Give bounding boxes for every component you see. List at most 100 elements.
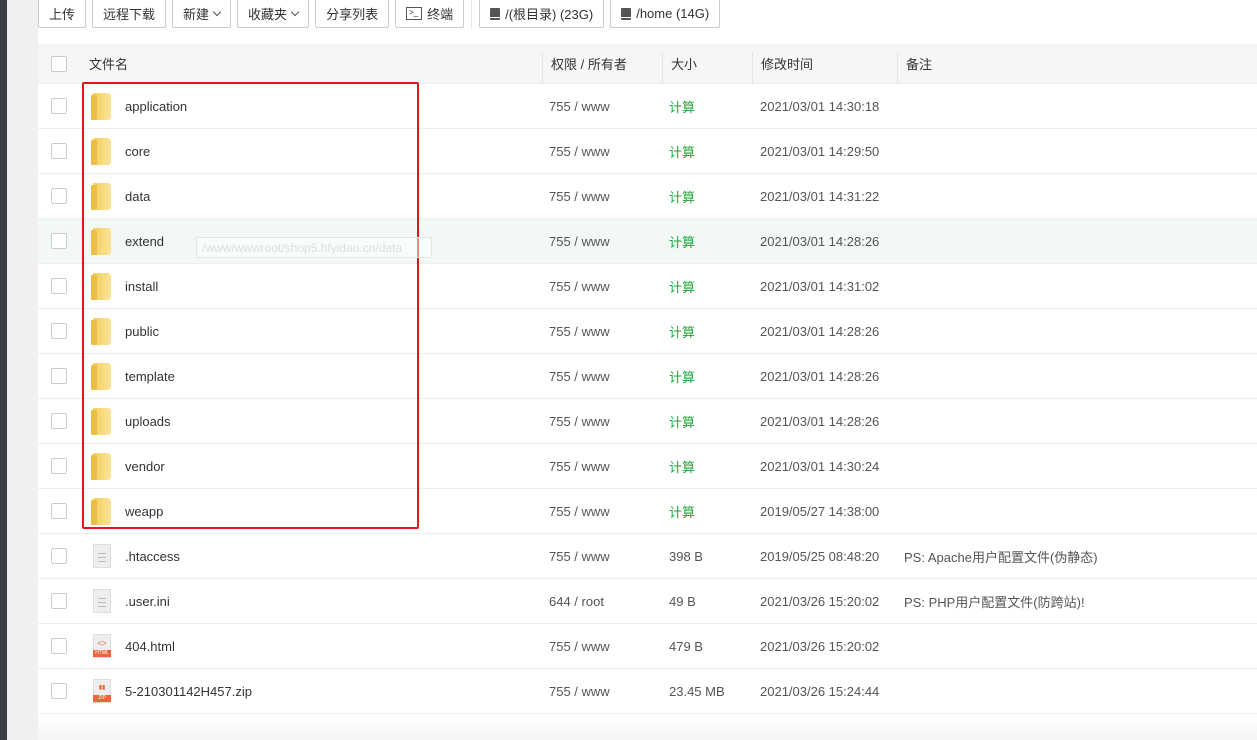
file-perm[interactable]: 755 / www [549,309,610,353]
file-size[interactable]: 计算 [669,84,695,128]
disk-root-button[interactable]: /(根目录) (23G) [479,0,605,28]
file-name[interactable]: application [125,84,187,128]
file-perm[interactable]: 755 / www [549,354,610,398]
file-size[interactable]: 计算 [669,219,695,263]
table-row[interactable]: vendor 755 / www 计算 2021/03/01 14:30:24 [38,444,1257,489]
file-size[interactable]: 计算 [669,489,695,533]
file-name[interactable]: weapp [125,489,163,533]
file-name[interactable]: uploads [125,399,171,443]
table-row[interactable]: .htaccess 755 / www 398 B 2019/05/25 08:… [38,534,1257,579]
row-checkbox[interactable] [51,278,67,294]
table-row[interactable]: weapp 755 / www 计算 2019/05/27 14:38:00 [38,489,1257,534]
list-scroll-fade [38,714,1257,740]
file-name[interactable]: vendor [125,444,165,488]
file-perm[interactable]: 755 / www [549,444,610,488]
terminal-button[interactable]: >_ 终端 [395,0,465,28]
row-checkbox[interactable] [51,98,67,114]
file-perm[interactable]: 755 / www [549,489,610,533]
row-checkbox[interactable] [51,143,67,159]
column-mtime[interactable]: 修改时间 [761,44,813,83]
file-size[interactable]: 计算 [669,399,695,443]
file-perm[interactable]: 755 / www [549,264,610,308]
remote-download-label: 远程下载 [103,7,156,22]
row-checkbox[interactable] [51,233,67,249]
file-perm[interactable]: 644 / root [549,579,604,623]
file-note[interactable]: PS: PHP用户配置文件(防跨站)! [904,579,1085,623]
file-size: 479 B [669,638,703,654]
upload-button[interactable]: 上传 [38,0,87,28]
file-name[interactable]: extend [125,219,164,263]
row-checkbox[interactable] [51,188,67,204]
sidebar-edge [0,0,7,740]
file-perm[interactable]: 755 / www [549,174,610,218]
row-checkbox[interactable] [51,323,67,339]
row-checkbox[interactable] [51,638,67,654]
table-row[interactable]: public 755 / www 计算 2021/03/01 14:28:26 [38,309,1257,354]
row-checkbox[interactable] [51,458,67,474]
column-name[interactable]: 文件名 [89,44,128,83]
column-perm[interactable]: 权限 / 所有者 [551,44,627,83]
chevron-down-icon [290,7,300,16]
favorites-button[interactable]: 收藏夹 [237,0,310,28]
file-size[interactable]: 计算 [669,444,695,488]
file-name[interactable]: .htaccess [125,534,180,578]
file-mtime: 2021/03/01 14:31:22 [760,188,880,204]
table-row[interactable]: data 755 / www 计算 2021/03/01 14:31:22 [38,174,1257,219]
file-perm[interactable]: 755 / www [549,219,610,263]
file-name[interactable]: 404.html [125,624,175,668]
path-tooltip: /www/wwwroot/shop5.hfyidao.cn/data [196,237,432,258]
file-perm[interactable]: 755 / www [549,129,610,173]
select-all-checkbox[interactable] [51,55,67,72]
row-checkbox[interactable] [51,368,67,384]
file-perm[interactable]: 755 / www [549,84,610,128]
row-checkbox[interactable] [51,548,67,564]
table-row[interactable]: uploads 755 / www 计算 2021/03/01 14:28:26 [38,399,1257,444]
column-divider [897,52,898,84]
row-checkbox[interactable] [51,413,67,429]
table-row[interactable]: install 755 / www 计算 2021/03/01 14:31:02 [38,264,1257,309]
file-name[interactable]: template [125,354,175,398]
column-size[interactable]: 大小 [671,44,697,83]
file-name[interactable]: data [125,174,150,218]
column-divider [662,52,663,84]
file-mtime: 2021/03/01 14:30:18 [760,98,880,114]
row-checkbox[interactable] [51,593,67,609]
file-note[interactable]: PS: Apache用户配置文件(伪静态) [904,534,1098,578]
row-checkbox[interactable] [51,683,67,699]
file-mtime: 2021/03/01 14:29:50 [760,143,880,159]
folder-icon [91,93,111,120]
disk-root-label: /(根目录) (23G) [505,7,594,22]
file-name[interactable]: core [125,129,150,173]
file-perm[interactable]: 755 / www [549,399,610,443]
new-label: 新建 [183,7,210,22]
table-row[interactable]: .user.ini 644 / root 49 B 2021/03/26 15:… [38,579,1257,624]
table-row[interactable]: template 755 / www 计算 2021/03/01 14:28:2… [38,354,1257,399]
table-row[interactable]: application 755 / www 计算 2021/03/01 14:3… [38,84,1257,129]
file-size: 23.45 MB [669,683,725,699]
file-perm[interactable]: 755 / www [549,624,610,668]
file-perm[interactable]: 755 / www [549,669,610,713]
file-size[interactable]: 计算 [669,129,695,173]
remote-download-button[interactable]: 远程下载 [92,0,167,28]
file-size[interactable]: 计算 [669,354,695,398]
file-mtime: 2021/03/01 14:28:26 [760,368,880,384]
table-row[interactable]: core 755 / www 计算 2021/03/01 14:29:50 [38,129,1257,174]
disk-home-button[interactable]: /home (14G) [610,0,721,28]
file-name[interactable]: public [125,309,159,353]
file-size: 49 B [669,593,696,609]
table-row[interactable]: ▮▮ ZIP 5-210301142H457.zip 755 / www 23.4… [38,669,1257,714]
file-name[interactable]: .user.ini [125,579,170,623]
new-button[interactable]: 新建 [172,0,232,28]
file-size[interactable]: 计算 [669,309,695,353]
file-name[interactable]: install [125,264,158,308]
row-checkbox[interactable] [51,503,67,519]
file-name[interactable]: 5-210301142H457.zip [125,669,252,713]
file-table: 文件名 权限 / 所有者 大小 修改时间 备注 application 755 … [38,44,1257,714]
share-list-label: 分享列表 [326,7,379,22]
file-size[interactable]: 计算 [669,174,695,218]
file-mtime: 2021/03/01 14:30:24 [760,458,880,474]
file-perm[interactable]: 755 / www [549,534,610,578]
share-list-button[interactable]: 分享列表 [315,0,390,28]
file-size[interactable]: 计算 [669,264,695,308]
table-row[interactable]: <> HTML 404.html 755 / www 479 B 2021/03/… [38,624,1257,669]
